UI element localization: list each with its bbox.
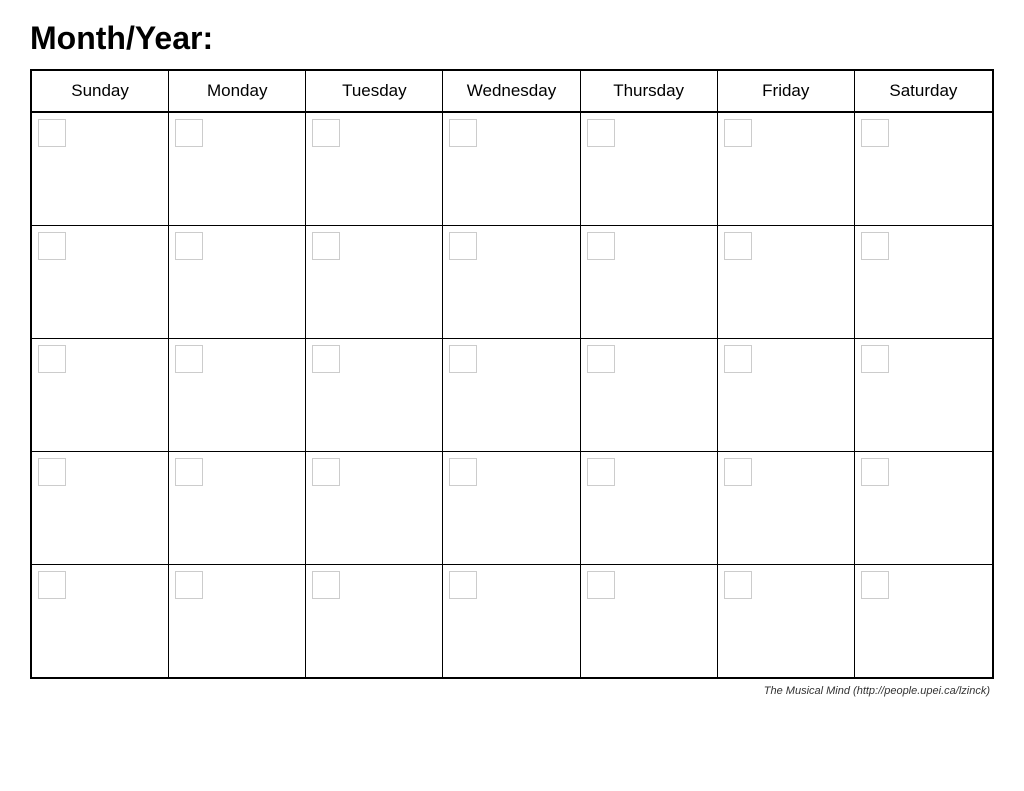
footer-credit: The Musical Mind (http://people.upei.ca/… xyxy=(30,685,994,697)
date-box xyxy=(175,458,203,486)
calendar-cell[interactable] xyxy=(581,226,718,338)
calendar-cell[interactable] xyxy=(32,226,169,338)
calendar-cell[interactable] xyxy=(306,339,443,451)
day-header-tuesday: Tuesday xyxy=(306,71,443,111)
day-header-wednesday: Wednesday xyxy=(443,71,580,111)
date-box xyxy=(861,232,889,260)
date-box xyxy=(724,458,752,486)
calendar-cell[interactable] xyxy=(443,226,580,338)
calendar-cell[interactable] xyxy=(306,452,443,564)
calendar-row xyxy=(32,226,992,339)
day-header-thursday: Thursday xyxy=(581,71,718,111)
calendar-cell[interactable] xyxy=(32,339,169,451)
date-box xyxy=(449,571,477,599)
calendar-cell[interactable] xyxy=(581,339,718,451)
calendar-row xyxy=(32,565,992,677)
date-box xyxy=(175,571,203,599)
date-box xyxy=(175,345,203,373)
calendar-cell[interactable] xyxy=(443,452,580,564)
calendar-cell[interactable] xyxy=(581,113,718,225)
calendar-cell[interactable] xyxy=(169,226,306,338)
calendar-cell[interactable] xyxy=(306,565,443,677)
day-header-saturday: Saturday xyxy=(855,71,992,111)
date-box xyxy=(449,119,477,147)
calendar-cell[interactable] xyxy=(855,339,992,451)
calendar-cell[interactable] xyxy=(443,339,580,451)
calendar-cell[interactable] xyxy=(32,565,169,677)
calendar-cell[interactable] xyxy=(443,565,580,677)
calendar-cell[interactable] xyxy=(169,339,306,451)
date-box xyxy=(449,345,477,373)
calendar: Sunday Monday Tuesday Wednesday Thursday… xyxy=(30,69,994,679)
calendar-cell[interactable] xyxy=(718,113,855,225)
date-box xyxy=(175,119,203,147)
date-box xyxy=(861,345,889,373)
date-box xyxy=(312,571,340,599)
calendar-cell[interactable] xyxy=(718,226,855,338)
date-box xyxy=(724,345,752,373)
calendar-cell[interactable] xyxy=(581,452,718,564)
date-box xyxy=(38,345,66,373)
date-box xyxy=(312,458,340,486)
day-header-friday: Friday xyxy=(718,71,855,111)
day-header-monday: Monday xyxy=(169,71,306,111)
calendar-cell[interactable] xyxy=(855,226,992,338)
calendar-cell[interactable] xyxy=(855,452,992,564)
date-box xyxy=(724,119,752,147)
date-box xyxy=(312,345,340,373)
date-box xyxy=(724,232,752,260)
date-box xyxy=(587,571,615,599)
date-box xyxy=(312,119,340,147)
calendar-cell[interactable] xyxy=(855,565,992,677)
page-title: Month/Year: xyxy=(30,20,994,57)
date-box xyxy=(724,571,752,599)
calendar-header: Sunday Monday Tuesday Wednesday Thursday… xyxy=(32,71,992,113)
calendar-row xyxy=(32,339,992,452)
date-box xyxy=(587,119,615,147)
calendar-cell[interactable] xyxy=(306,113,443,225)
date-box xyxy=(587,458,615,486)
calendar-cell[interactable] xyxy=(855,113,992,225)
calendar-cell[interactable] xyxy=(718,339,855,451)
date-box xyxy=(587,345,615,373)
calendar-cell[interactable] xyxy=(306,226,443,338)
date-box xyxy=(312,232,340,260)
date-box xyxy=(38,571,66,599)
calendar-cell[interactable] xyxy=(32,452,169,564)
date-box xyxy=(861,571,889,599)
date-box xyxy=(449,232,477,260)
calendar-row xyxy=(32,452,992,565)
date-box xyxy=(38,232,66,260)
calendar-cell[interactable] xyxy=(718,565,855,677)
calendar-cell[interactable] xyxy=(443,113,580,225)
date-box xyxy=(587,232,615,260)
calendar-cell[interactable] xyxy=(32,113,169,225)
date-box xyxy=(38,458,66,486)
date-box xyxy=(38,119,66,147)
date-box xyxy=(175,232,203,260)
calendar-cell[interactable] xyxy=(169,452,306,564)
calendar-cell[interactable] xyxy=(169,113,306,225)
calendar-row xyxy=(32,113,992,226)
calendar-body xyxy=(32,113,992,677)
calendar-cell[interactable] xyxy=(169,565,306,677)
day-header-sunday: Sunday xyxy=(32,71,169,111)
date-box xyxy=(449,458,477,486)
calendar-cell[interactable] xyxy=(581,565,718,677)
date-box xyxy=(861,458,889,486)
calendar-cell[interactable] xyxy=(718,452,855,564)
date-box xyxy=(861,119,889,147)
